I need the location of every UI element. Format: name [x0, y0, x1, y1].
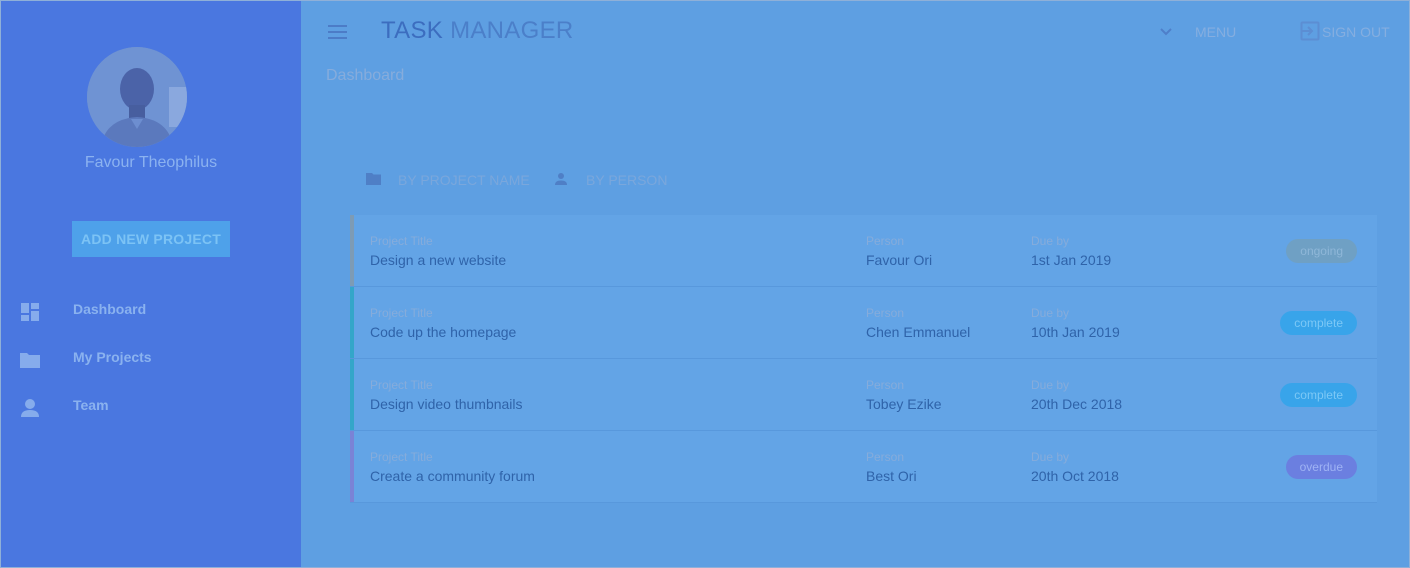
column-label-project: Project Title — [370, 234, 433, 248]
project-due-date: 20th Oct 2018 — [1031, 468, 1119, 484]
sidebar-item-my-projects[interactable]: My Projects — [1, 339, 301, 379]
sign-out-icon — [1300, 21, 1320, 41]
project-list: Project Title Design a new website Perso… — [350, 215, 1377, 503]
breadcrumb: Dashboard — [326, 67, 405, 84]
avatar — [87, 47, 187, 147]
column-label-project: Project Title — [370, 306, 433, 320]
column-label-person: Person — [866, 450, 905, 464]
project-person: Best Ori — [866, 468, 917, 484]
status-badge: overdue — [1285, 455, 1357, 479]
column-label-person: Person — [866, 234, 905, 248]
status-badge: complete — [1280, 383, 1357, 407]
app-window: Favour Theophilus ADD NEW PROJECT Dashbo… — [0, 0, 1410, 568]
app-title: TASK MANAGER — [381, 17, 574, 45]
project-row[interactable]: Project Title Design a new website Perso… — [350, 215, 1377, 287]
project-title: Design a new website — [370, 252, 507, 268]
sidebar-item-label: Team — [73, 397, 109, 413]
sort-by-project-name-button[interactable]: BY PROJECT NAME — [366, 170, 530, 190]
project-row[interactable]: Project Title Design video thumbnails Pe… — [350, 359, 1377, 431]
column-label-person: Person — [866, 378, 905, 392]
add-new-project-button[interactable]: ADD NEW PROJECT — [72, 221, 230, 257]
project-person: Tobey Ezike — [866, 396, 942, 412]
app-title-bold: TASK — [381, 17, 444, 44]
sidebar: Favour Theophilus ADD NEW PROJECT Dashbo… — [1, 1, 301, 567]
project-title: Code up the homepage — [370, 324, 517, 340]
project-due-date: 20th Dec 2018 — [1031, 396, 1123, 412]
column-label-person: Person — [866, 306, 905, 320]
person-icon — [555, 173, 567, 185]
project-person: Chen Emmanuel — [866, 324, 971, 340]
folder-icon — [366, 173, 381, 185]
column-label-due: Due by — [1031, 450, 1070, 464]
project-title: Design video thumbnails — [370, 396, 523, 412]
sort-by-project-name-label: BY PROJECT NAME — [398, 172, 530, 188]
chevron-down-icon[interactable] — [1159, 25, 1173, 39]
folder-icon — [19, 349, 41, 371]
project-title: Create a community forum — [370, 468, 535, 484]
status-badge: ongoing — [1286, 239, 1357, 263]
sidebar-item-dashboard[interactable]: Dashboard — [1, 291, 301, 331]
column-label-due: Due by — [1031, 378, 1070, 392]
column-label-due: Due by — [1031, 234, 1070, 248]
column-label-project: Project Title — [370, 450, 433, 464]
status-badge: complete — [1280, 311, 1357, 335]
project-row[interactable]: Project Title Create a community forum P… — [350, 431, 1377, 503]
project-due-date: 10th Jan 2019 — [1031, 324, 1120, 340]
sidebar-item-label: My Projects — [73, 349, 152, 365]
project-due-date: 1st Jan 2019 — [1031, 252, 1112, 268]
status-accent — [350, 215, 354, 286]
column-label-project: Project Title — [370, 378, 433, 392]
sidebar-item-team[interactable]: Team — [1, 387, 301, 427]
hamburger-menu-icon[interactable] — [328, 23, 348, 41]
sidebar-item-label: Dashboard — [73, 301, 147, 317]
status-accent — [350, 287, 354, 358]
column-label-due: Due by — [1031, 306, 1070, 320]
status-accent — [350, 359, 354, 430]
project-person: Favour Ori — [866, 252, 933, 268]
app-title-light: MANAGER — [450, 17, 574, 44]
project-row[interactable]: Project Title Code up the homepage Perso… — [350, 287, 1377, 359]
status-accent — [350, 431, 354, 502]
person-icon — [19, 397, 41, 419]
menu-button[interactable]: MENU — [1195, 24, 1236, 40]
sort-by-person-button[interactable]: BY PERSON — [554, 170, 668, 190]
user-name: Favour Theophilus — [84, 154, 218, 171]
sort-by-person-label: BY PERSON — [586, 172, 668, 188]
dashboard-icon — [19, 301, 41, 323]
sign-out-label: SIGN OUT — [1322, 24, 1390, 40]
